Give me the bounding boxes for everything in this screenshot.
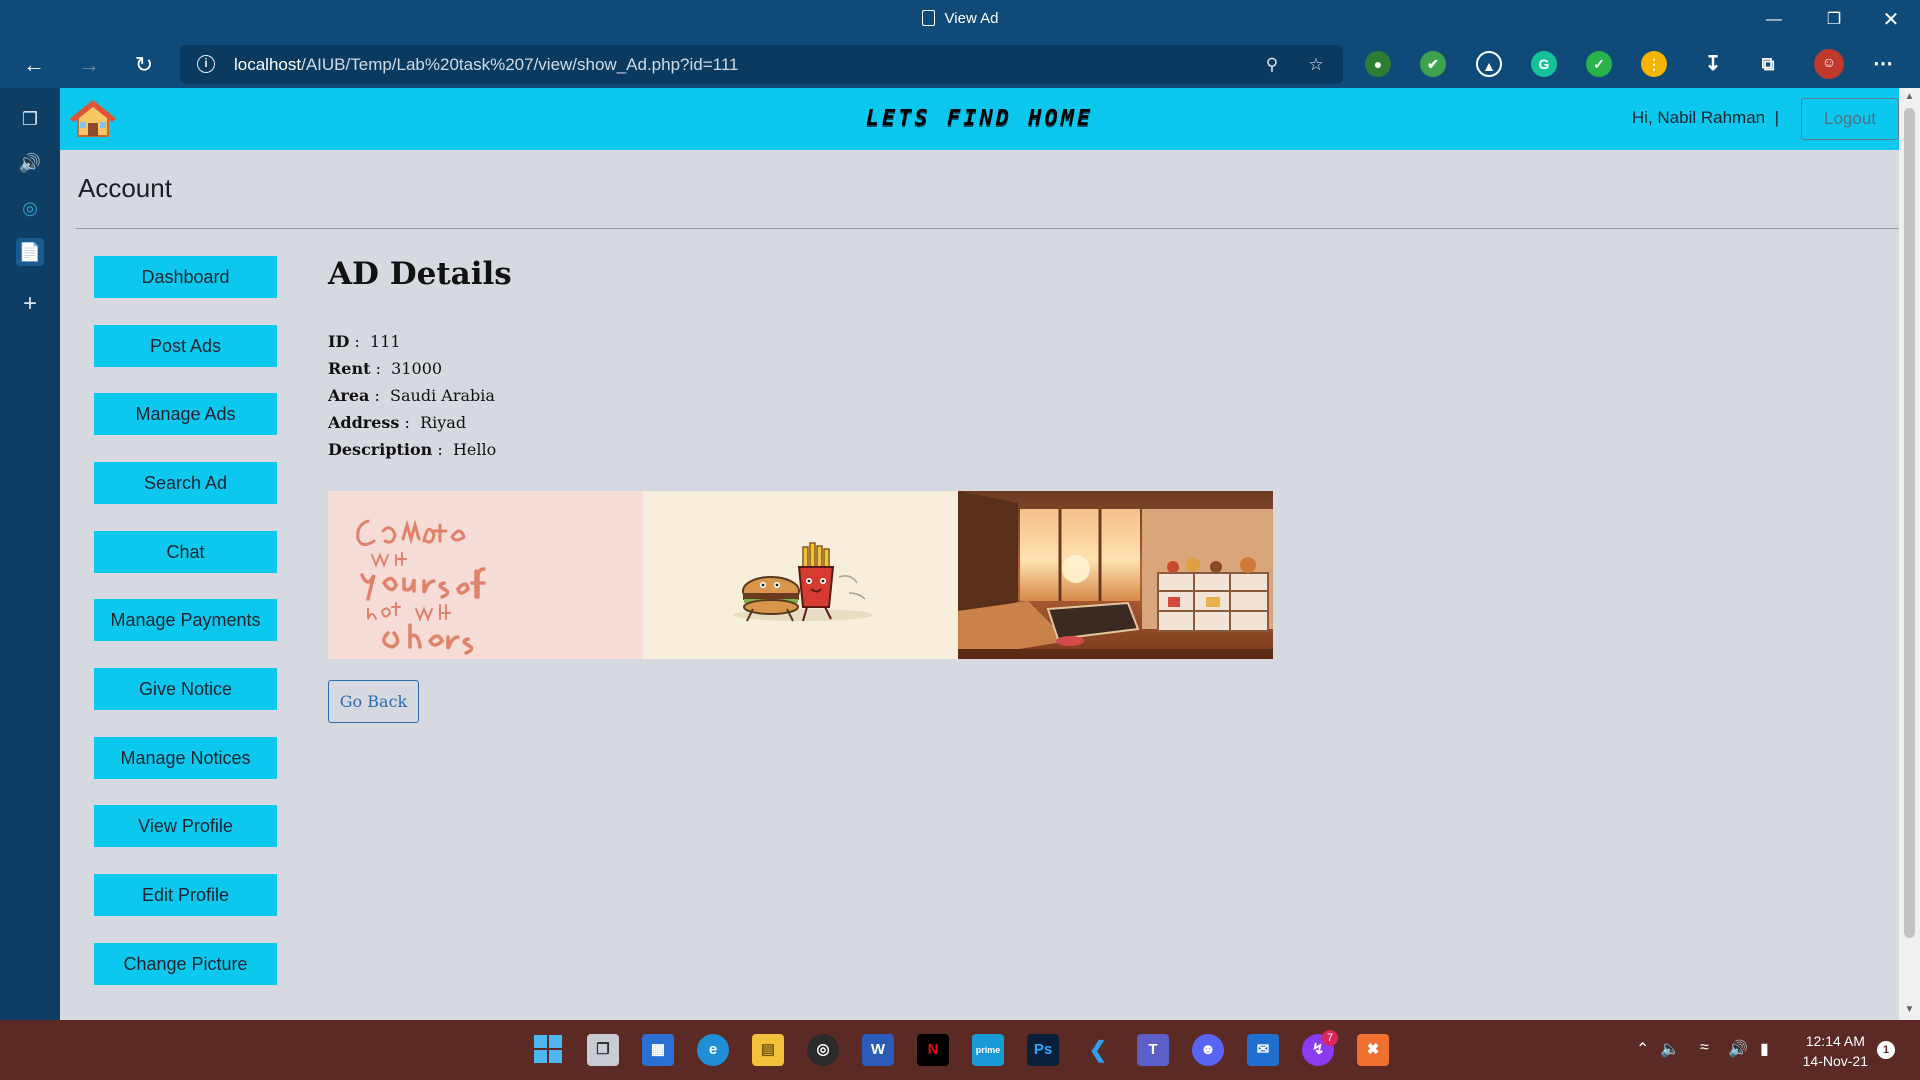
extension-globe-icon[interactable]: ● — [1365, 51, 1391, 77]
menu-change-picture-button[interactable]: Change Picture — [94, 943, 277, 985]
tray-speaker-icon[interactable]: 🔈 — [1660, 1039, 1680, 1059]
site-info-icon[interactable]: i — [197, 55, 215, 73]
collections-icon[interactable]: ⧉ — [1755, 51, 1781, 77]
extension-brave-icon[interactable]: ▲ — [1476, 51, 1502, 77]
more-menu-icon[interactable]: ⋯ — [1870, 51, 1896, 77]
menu-chat-button[interactable]: Chat — [94, 531, 277, 573]
discord-icon[interactable]: ☻ — [1192, 1034, 1224, 1066]
ad-field-address: Address : Riyad — [328, 413, 467, 432]
menu-manage-notices-button[interactable]: Manage Notices — [94, 737, 277, 779]
window-title: View Ad — [0, 10, 1920, 27]
edge-icon[interactable]: e — [697, 1034, 729, 1066]
window-titlebar: View Ad — ❐ ✕ — [0, 0, 1920, 41]
section-title: Account — [78, 173, 172, 203]
forward-icon[interactable]: → — [75, 51, 103, 79]
page-scrollbar[interactable]: ▲ ▼ — [1899, 88, 1920, 1020]
xampp-icon[interactable]: ✖ — [1357, 1034, 1389, 1066]
site-header: LETS FIND HOME Hi, Nabil Rahman | Logout — [60, 88, 1899, 150]
messenger-badge: 7 — [1322, 1030, 1338, 1046]
web-page: LETS FIND HOME Hi, Nabil Rahman | Logout… — [60, 88, 1899, 1020]
ad-image-living-room-sunset[interactable] — [958, 491, 1273, 659]
audio-icon[interactable]: 🔊 — [16, 149, 44, 177]
ad-image-quote-poster[interactable] — [328, 491, 643, 659]
tab-circle-icon[interactable]: ◎ — [16, 194, 44, 222]
browser-side-strip: ❐ 🔊 ◎ 📄 + — [0, 88, 60, 1020]
mail-icon[interactable]: ✉ — [1247, 1034, 1279, 1066]
photoshop-icon[interactable]: Ps — [1027, 1034, 1059, 1066]
menu-manage-payments-button[interactable]: Manage Payments — [94, 599, 277, 641]
widgets-icon[interactable]: ▦ — [642, 1034, 674, 1066]
extension-dots-icon[interactable]: ⋮ — [1641, 51, 1667, 77]
ad-field-description: Description : Hello — [328, 440, 497, 459]
restore-button[interactable]: ❐ — [1811, 6, 1857, 34]
scroll-up-icon[interactable]: ▲ — [1899, 91, 1920, 102]
page-icon — [921, 10, 935, 26]
obs-icon[interactable]: ◎ — [807, 1034, 839, 1066]
ad-field-rent: Rent : 31000 — [328, 359, 443, 378]
url-text[interactable]: localhost/AIUB/Temp/Lab%20task%207/view/… — [234, 55, 739, 75]
word-icon[interactable]: W — [862, 1034, 894, 1066]
menu-post-ads-button[interactable]: Post Ads — [94, 325, 277, 367]
taskbar: ❐ ▦ e ▤ ◎ W N prime Ps ❮ T ☻ ✉ ↯ 7 ✖ ⌃ 🔈… — [0, 1020, 1920, 1080]
extension-shield-icon[interactable]: ✔ — [1420, 51, 1446, 77]
battery-icon[interactable]: ▮ — [1760, 1039, 1769, 1059]
brand-title: LETS FIND HOME — [865, 106, 1094, 131]
file-explorer-icon[interactable]: ▤ — [752, 1034, 784, 1066]
tray-chevron-icon[interactable]: ⌃ — [1636, 1039, 1649, 1059]
prime-video-icon[interactable]: prime — [972, 1034, 1004, 1066]
user-greeting: Hi, Nabil Rahman | — [1631, 108, 1779, 127]
menu-dashboard-button[interactable]: Dashboard — [94, 256, 277, 298]
menu-give-notice-button[interactable]: Give Notice — [94, 668, 277, 710]
tab-actions-icon[interactable]: ❐ — [16, 105, 44, 133]
back-icon[interactable]: ← — [20, 51, 48, 79]
menu-edit-profile-button[interactable]: Edit Profile — [94, 874, 277, 916]
refresh-icon[interactable]: ↻ — [130, 51, 158, 79]
profile-avatar[interactable]: ☺ — [1814, 49, 1844, 79]
ad-details-heading: AD Details — [328, 256, 512, 292]
active-tab-icon[interactable]: 📄 — [16, 238, 44, 266]
ad-field-area: Area : Saudi Arabia — [328, 386, 495, 405]
volume-icon[interactable]: 🔊 — [1728, 1039, 1748, 1059]
address-bar[interactable]: i localhost/AIUB/Temp/Lab%20task%207/vie… — [180, 45, 1343, 84]
wifi-icon[interactable]: ≈ — [1700, 1039, 1709, 1057]
divider — [76, 228, 1899, 229]
scrollbar-thumb[interactable] — [1904, 108, 1915, 938]
ad-image-burger-fries-cartoon[interactable] — [643, 491, 958, 659]
extension-check-icon[interactable]: ✓ — [1586, 51, 1612, 77]
menu-view-profile-button[interactable]: View Profile — [94, 805, 277, 847]
logout-button[interactable]: Logout — [1801, 98, 1899, 140]
zoom-icon[interactable]: ⚲ — [1260, 53, 1284, 77]
task-view-icon[interactable]: ❐ — [587, 1034, 619, 1066]
teams-icon[interactable]: T — [1137, 1034, 1169, 1066]
menu-search-ad-button[interactable]: Search Ad — [94, 462, 277, 504]
start-icon[interactable] — [532, 1034, 564, 1066]
browser-toolbar: ← → ↻ i localhost/AIUB/Temp/Lab%20task%2… — [0, 41, 1920, 88]
scroll-down-icon[interactable]: ▼ — [1899, 1004, 1920, 1015]
close-window-button[interactable]: ✕ — [1868, 6, 1914, 34]
netflix-icon[interactable]: N — [917, 1034, 949, 1066]
grammarly-icon[interactable]: G — [1531, 51, 1557, 77]
clock[interactable]: 12:14 AM 14-Nov-21 — [1803, 1031, 1868, 1071]
vscode-icon[interactable]: ❮ — [1082, 1034, 1114, 1066]
new-tab-icon[interactable]: + — [16, 290, 44, 318]
go-back-button[interactable]: Go Back — [328, 680, 419, 723]
minimize-button[interactable]: — — [1751, 6, 1797, 34]
ad-field-id: ID : 111 — [328, 332, 401, 351]
downloads-icon[interactable]: ↧ — [1700, 51, 1726, 77]
menu-manage-ads-button[interactable]: Manage Ads — [94, 393, 277, 435]
notification-badge[interactable]: 1 — [1877, 1041, 1895, 1059]
add-favorite-icon[interactable]: ☆ — [1304, 53, 1328, 77]
